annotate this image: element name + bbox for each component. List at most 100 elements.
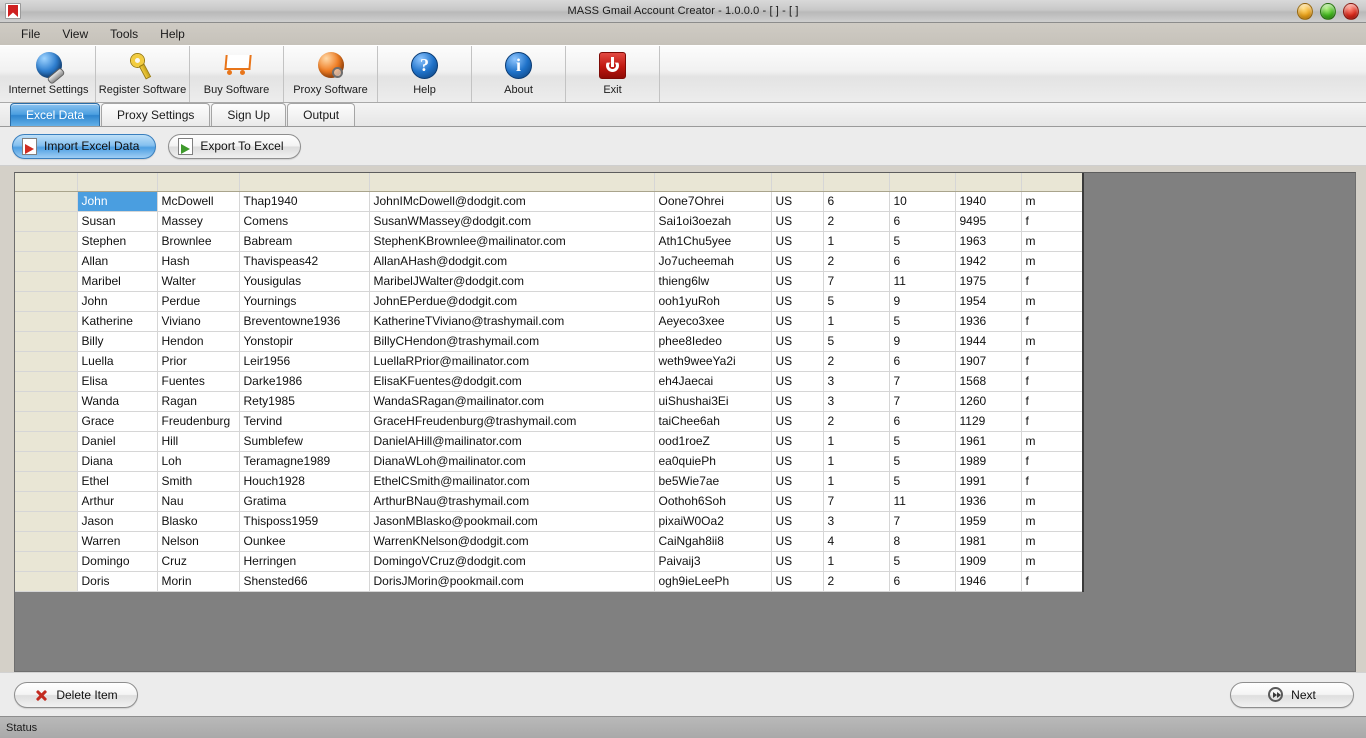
table-cell[interactable]: US [771, 411, 824, 432]
table-cell[interactable]: 5 [889, 431, 956, 452]
row-header-cell[interactable] [15, 211, 78, 232]
table-row[interactable]: Grace Freudenburg Tervind GraceHFreudenburg… [15, 411, 1084, 432]
table-cell[interactable]: taiChee6ah [654, 411, 772, 432]
table-cell[interactable]: Morin [157, 571, 240, 592]
table-cell[interactable]: US [771, 531, 824, 552]
table-cell[interactable]: Allan [77, 251, 158, 272]
table-cell[interactable]: 1129 [955, 411, 1022, 432]
table-cell[interactable]: Thisposs1959 [239, 511, 370, 532]
table-cell[interactable]: Thap1940 [239, 191, 370, 212]
table-cell[interactable]: 11 [889, 271, 956, 292]
toolbar-exit[interactable]: Exit [566, 46, 660, 102]
table-cell[interactable]: Warren [77, 531, 158, 552]
table-cell[interactable]: ogh9ieLeePh [654, 571, 772, 592]
table-cell[interactable]: 1 [823, 431, 890, 452]
table-cell[interactable]: f [1021, 211, 1084, 232]
table-cell[interactable]: SusanWMassey@dodgit.com [369, 211, 655, 232]
table-cell[interactable]: Grace [77, 411, 158, 432]
delete-item-button[interactable]: Delete Item [14, 681, 138, 708]
toolbar-register-software[interactable]: Register Software [96, 46, 190, 102]
row-header-cell[interactable] [15, 191, 78, 212]
table-cell[interactable]: 1944 [955, 331, 1022, 352]
table-cell[interactable]: 7 [889, 511, 956, 532]
table-cell[interactable]: 1981 [955, 531, 1022, 552]
table-cell[interactable]: Freudenburg [157, 411, 240, 432]
table-cell[interactable]: Stephen [77, 231, 158, 252]
table-cell[interactable]: 6 [889, 351, 956, 372]
table-cell[interactable]: US [771, 331, 824, 352]
table-cell[interactable]: pixaiW0Oa2 [654, 511, 772, 532]
table-cell[interactable]: 5 [823, 291, 890, 312]
table-cell[interactable]: 6 [889, 251, 956, 272]
toolbar-help[interactable]: ? Help [378, 46, 472, 102]
row-header-cell[interactable] [15, 311, 78, 332]
import-excel-data-button[interactable]: Import Excel Data [12, 133, 157, 159]
table-cell[interactable]: Viviano [157, 311, 240, 332]
table-cell[interactable]: John [77, 191, 158, 212]
table-cell[interactable]: Diana [77, 451, 158, 472]
table-cell[interactable]: Ounkee [239, 531, 370, 552]
table-cell[interactable]: phee8Iedeo [654, 331, 772, 352]
table-cell[interactable]: Arthur [77, 491, 158, 512]
row-header-cell[interactable] [15, 571, 78, 592]
table-row[interactable]: Maribel Walter Yousigulas MaribelJWalter@do… [15, 271, 1084, 292]
table-cell[interactable]: US [771, 471, 824, 492]
tab-output[interactable]: Output [287, 103, 356, 126]
table-cell[interactable]: 1260 [955, 391, 1022, 412]
table-cell[interactable]: be5Wie7ae [654, 471, 772, 492]
table-cell[interactable]: m [1021, 491, 1084, 512]
table-cell[interactable]: Shensted66 [239, 571, 370, 592]
grid-column-header-9[interactable] [955, 173, 1022, 192]
excel-data-grid-container[interactable]: John McDowell Thap1940 JohnIMcDowell@dodgit… [14, 172, 1356, 672]
toolbar-internet-settings[interactable]: Internet Settings [2, 46, 96, 102]
table-cell[interactable]: f [1021, 351, 1084, 372]
table-cell[interactable]: Elisa [77, 371, 158, 392]
table-cell[interactable]: Billy [77, 331, 158, 352]
table-cell[interactable]: 5 [889, 551, 956, 572]
table-cell[interactable]: 5 [889, 311, 956, 332]
row-header-cell[interactable] [15, 351, 78, 372]
table-cell[interactable]: 6 [823, 191, 890, 212]
table-row[interactable]: Elisa Fuentes Darke1986 ElisaKFuentes@dodgi… [15, 371, 1084, 392]
table-cell[interactable]: f [1021, 271, 1084, 292]
table-cell[interactable]: US [771, 271, 824, 292]
table-cell[interactable]: f [1021, 571, 1084, 592]
table-cell[interactable]: 1946 [955, 571, 1022, 592]
table-cell[interactable]: WandaSRagan@mailinator.com [369, 391, 655, 412]
table-cell[interactable]: DianaWLoh@mailinator.com [369, 451, 655, 472]
row-header-cell[interactable] [15, 271, 78, 292]
close-button[interactable] [1343, 3, 1359, 20]
table-cell[interactable]: McDowell [157, 191, 240, 212]
table-cell[interactable]: Daniel [77, 431, 158, 452]
row-header-cell[interactable] [15, 251, 78, 272]
table-cell[interactable]: Susan [77, 211, 158, 232]
table-cell[interactable]: Wanda [77, 391, 158, 412]
table-row[interactable]: Doris Morin Shensted66 DorisJMorin@pookmail… [15, 571, 1084, 592]
table-cell[interactable]: Massey [157, 211, 240, 232]
row-header-cell[interactable] [15, 291, 78, 312]
table-cell[interactable]: US [771, 571, 824, 592]
table-row[interactable]: Domingo Cruz Herringen DomingoVCruz@dodgit.… [15, 551, 1084, 572]
table-cell[interactable]: Herringen [239, 551, 370, 572]
table-cell[interactable]: US [771, 211, 824, 232]
table-cell[interactable]: Yonstopir [239, 331, 370, 352]
grid-column-header-8[interactable] [889, 173, 956, 192]
table-cell[interactable]: 1989 [955, 451, 1022, 472]
table-cell[interactable]: US [771, 251, 824, 272]
table-cell[interactable]: m [1021, 191, 1084, 212]
table-cell[interactable]: Rety1985 [239, 391, 370, 412]
table-cell[interactable]: Tervind [239, 411, 370, 432]
table-cell[interactable]: m [1021, 531, 1084, 552]
table-cell[interactable]: US [771, 431, 824, 452]
table-cell[interactable]: Doris [77, 571, 158, 592]
table-cell[interactable]: 2 [823, 571, 890, 592]
table-cell[interactable]: 7 [823, 491, 890, 512]
table-cell[interactable]: US [771, 231, 824, 252]
table-cell[interactable]: 1975 [955, 271, 1022, 292]
table-cell[interactable]: Smith [157, 471, 240, 492]
maximize-button[interactable] [1320, 3, 1336, 20]
table-cell[interactable]: m [1021, 251, 1084, 272]
table-cell[interactable]: 9 [889, 291, 956, 312]
table-cell[interactable]: GraceHFreudenburg@trashymail.com [369, 411, 655, 432]
table-cell[interactable]: Prior [157, 351, 240, 372]
